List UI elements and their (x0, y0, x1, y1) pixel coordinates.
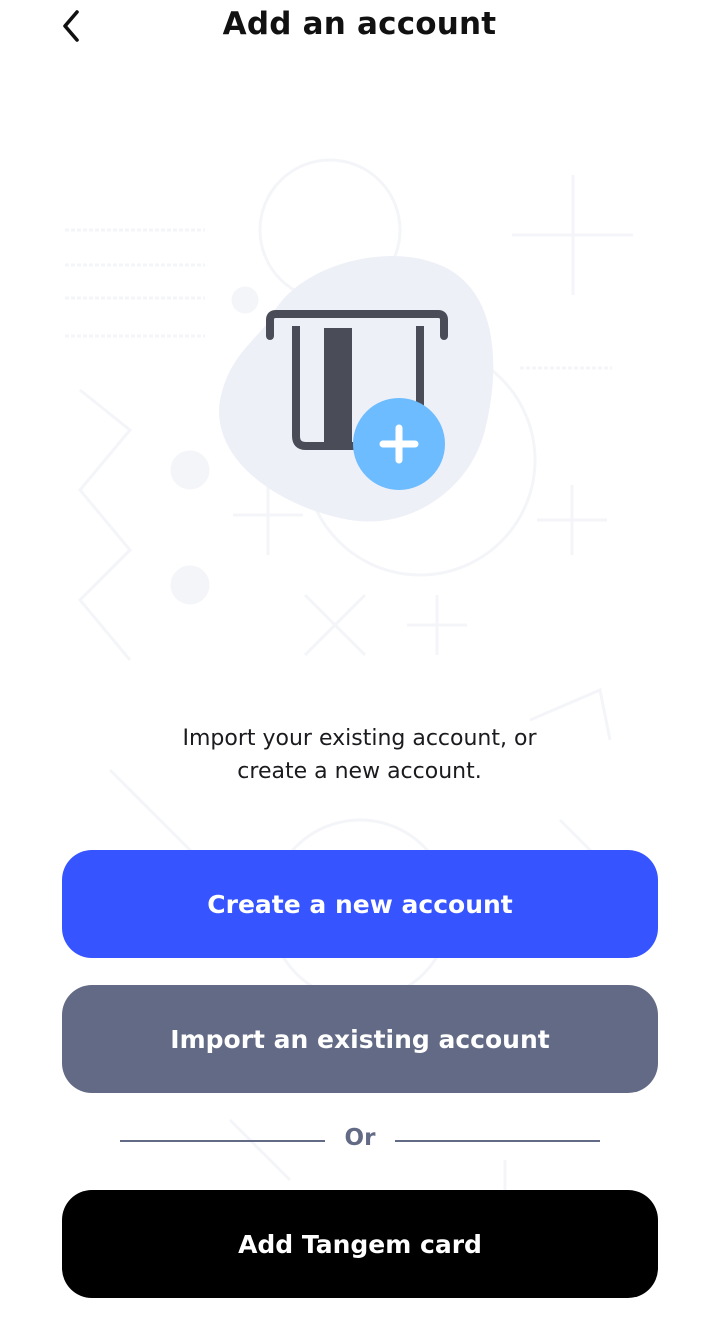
page-title: Add an account (222, 6, 497, 42)
add-tangem-card-button[interactable]: Add Tangem card (62, 1190, 658, 1298)
or-divider: Or (120, 1124, 600, 1158)
import-account-button[interactable]: Import an existing account (62, 985, 658, 1093)
card-slot-plus-icon (219, 256, 494, 522)
or-label: Or (344, 1125, 376, 1151)
description-text: Import your existing account, or create … (0, 722, 719, 788)
divider-line-right (395, 1140, 600, 1142)
description-line-1: Import your existing account, or (182, 726, 537, 751)
add-account-screen: Add an account Import your existing acco… (0, 0, 719, 1320)
create-account-button[interactable]: Create a new account (62, 850, 658, 958)
description-line-2: create a new account. (237, 759, 482, 784)
